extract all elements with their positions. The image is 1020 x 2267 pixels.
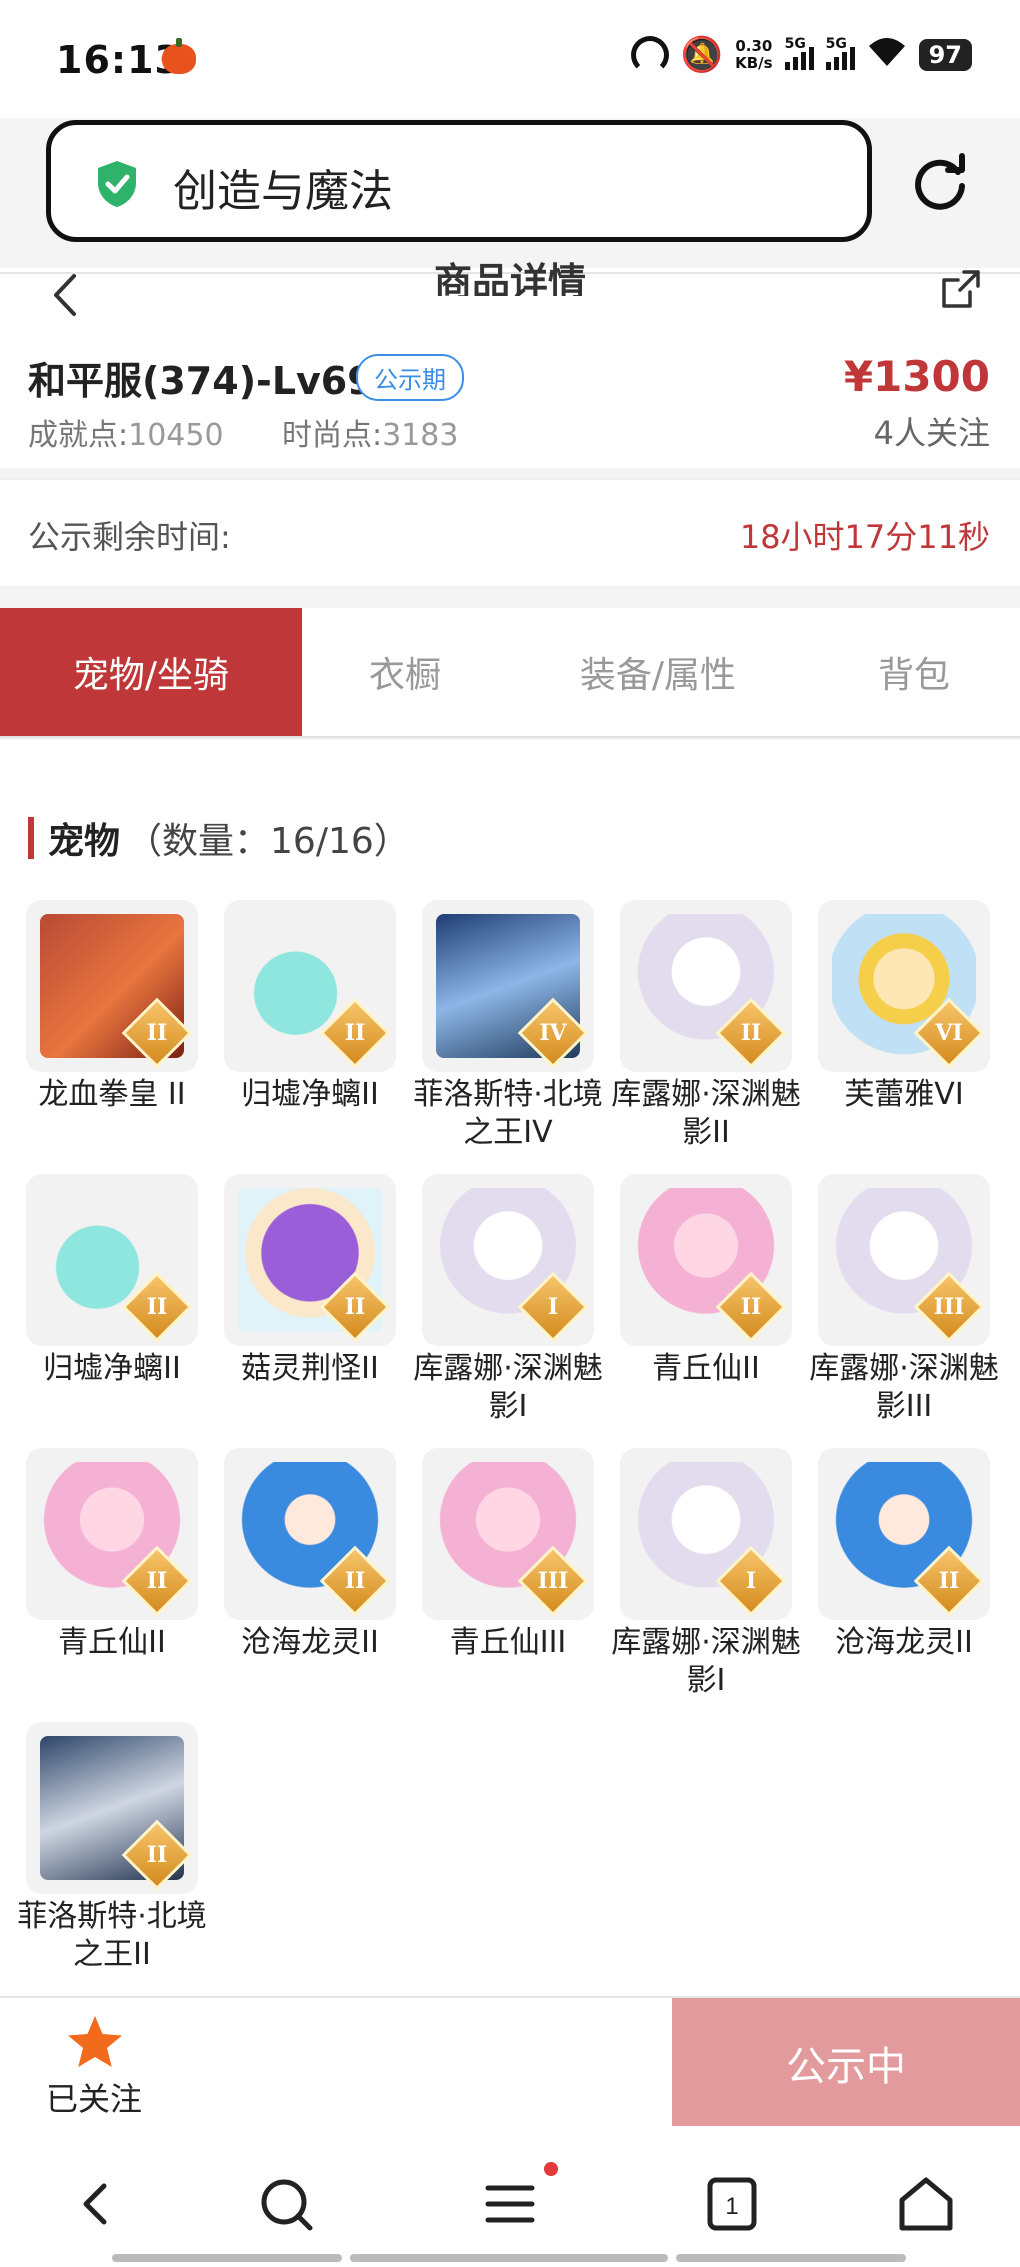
address-bar[interactable]: 创造与魔法 bbox=[46, 120, 872, 242]
pet-card[interactable]: III 青丘仙III bbox=[422, 1448, 594, 1722]
page-title: 商品详情 bbox=[433, 260, 586, 296]
pet-card[interactable]: VI 芙蕾雅VI bbox=[818, 900, 990, 1174]
pet-avatar: II bbox=[224, 1448, 396, 1620]
pet-name: 青丘仙III bbox=[449, 1625, 567, 1660]
signal-icon-2: 5G bbox=[825, 36, 855, 70]
pet-name: 库露娜·深渊魅影II bbox=[611, 1077, 801, 1150]
fashion-points: 时尚点:3183 bbox=[282, 418, 459, 453]
address-text: 创造与魔法 bbox=[173, 166, 393, 217]
section-title: 宠物 （数量：16/16） bbox=[28, 812, 410, 864]
pet-card[interactable]: II 库露娜·深渊魅影II bbox=[611, 900, 801, 1174]
pet-card[interactable]: II 菲洛斯特·北境之王II bbox=[17, 1722, 207, 1996]
status-badge: 公示期 bbox=[356, 354, 464, 401]
pet-card[interactable]: II 龙血拳皇 II bbox=[26, 900, 198, 1174]
favorite-label[interactable]: 已关注 bbox=[46, 2074, 142, 2120]
countdown-value: 18小时17分11秒 bbox=[739, 518, 990, 556]
pumpkin-icon bbox=[162, 38, 196, 74]
pet-name: 芙蕾雅VI bbox=[844, 1077, 964, 1112]
pet-name: 归墟净螭II bbox=[241, 1077, 379, 1112]
pet-name: 库露娜·深渊魅影III bbox=[809, 1351, 999, 1424]
pet-avatar: II bbox=[818, 1448, 990, 1620]
tab-pets-mounts[interactable]: 宠物/坐骑 bbox=[0, 608, 302, 736]
pet-avatar: II bbox=[620, 900, 792, 1072]
tab-count: 1 bbox=[725, 2193, 738, 2220]
pet-name: 龙血拳皇 II bbox=[38, 1077, 186, 1112]
star-icon[interactable] bbox=[66, 2014, 124, 2070]
product-name: 和平服(374)-Lv69 bbox=[28, 359, 374, 403]
pet-avatar: II bbox=[26, 1722, 198, 1894]
mute-bell-icon: 🔕 bbox=[680, 35, 724, 75]
pet-name: 青丘仙II bbox=[652, 1351, 760, 1386]
pet-name: 归墟净螭II bbox=[43, 1351, 181, 1386]
tabs-icon[interactable]: 1 bbox=[702, 2174, 762, 2234]
pet-card[interactable]: II 青丘仙II bbox=[620, 1174, 792, 1448]
pet-name: 菲洛斯特·北境之王II bbox=[17, 1899, 207, 1972]
pet-name: 库露娜·深渊魅影I bbox=[611, 1625, 801, 1698]
pet-avatar: II bbox=[224, 1174, 396, 1346]
pet-name: 沧海龙灵II bbox=[835, 1625, 973, 1660]
pet-name: 菲洛斯特·北境之王IV bbox=[413, 1077, 603, 1150]
battery-indicator: 97 bbox=[918, 39, 972, 71]
network-speed: 0.30 KB/s bbox=[735, 37, 773, 72]
signal-icon: 5G bbox=[784, 36, 814, 70]
pet-name: 菇灵荆怪II bbox=[241, 1351, 379, 1386]
pet-avatar: I bbox=[422, 1174, 594, 1346]
gesture-bar-right bbox=[676, 2254, 906, 2262]
home-icon[interactable] bbox=[896, 2174, 956, 2234]
pet-avatar: VI bbox=[818, 900, 990, 1072]
pet-section: 宠物 （数量：16/16） II 龙血拳皇 II II 归墟净螭II IV 菲洛斯特·北境之… bbox=[0, 740, 1020, 1996]
pet-avatar: I bbox=[620, 1448, 792, 1620]
pet-avatar: II bbox=[224, 900, 396, 1072]
pet-card[interactable]: IV 菲洛斯特·北境之王IV bbox=[413, 900, 603, 1174]
action-bar: 已关注 公示中 bbox=[0, 1996, 1020, 2128]
pet-card[interactable]: II 菇灵荆怪II bbox=[224, 1174, 396, 1448]
public-status-button[interactable]: 公示中 bbox=[672, 1998, 1020, 2128]
notification-dot bbox=[544, 2162, 558, 2176]
pet-name: 库露娜·深渊魅影I bbox=[413, 1351, 603, 1424]
share-icon[interactable] bbox=[940, 268, 982, 310]
gesture-bar-left bbox=[112, 2254, 342, 2262]
tab-wardrobe[interactable]: 衣橱 bbox=[302, 608, 508, 736]
pet-card[interactable]: II 沧海龙灵II bbox=[224, 1448, 396, 1722]
menu-icon[interactable] bbox=[480, 2174, 540, 2234]
pet-avatar: IV bbox=[422, 900, 594, 1072]
category-tabs: 宠物/坐骑 衣橱 装备/属性 背包 bbox=[0, 608, 1020, 738]
wifi-icon bbox=[867, 36, 907, 74]
pet-avatar: II bbox=[620, 1174, 792, 1346]
pet-card[interactable]: I 库露娜·深渊魅影I bbox=[611, 1448, 801, 1722]
tab-equipment[interactable]: 装备/属性 bbox=[508, 608, 808, 736]
pet-card[interactable]: II 青丘仙II bbox=[26, 1448, 198, 1722]
tab-backpack[interactable]: 背包 bbox=[808, 608, 1020, 736]
back-icon[interactable] bbox=[66, 2174, 126, 2234]
countdown-row: 公示剩余时间: 18小时17分11秒 bbox=[0, 478, 1020, 586]
bottom-nav: 1 bbox=[0, 2126, 1020, 2267]
pet-name: 沧海龙灵II bbox=[241, 1625, 379, 1660]
speedometer-icon bbox=[630, 36, 669, 74]
status-bar: 16:13 🔕 0.30 KB/s 5G 5G 97 bbox=[0, 0, 1020, 118]
pet-avatar: II bbox=[26, 1174, 198, 1346]
shield-check-icon bbox=[98, 161, 136, 207]
reload-icon[interactable] bbox=[908, 150, 972, 214]
product-price: ¥1300 bbox=[843, 352, 990, 401]
search-icon[interactable] bbox=[256, 2174, 316, 2234]
follower-count: 4人关注 bbox=[873, 414, 990, 452]
pet-avatar: III bbox=[818, 1174, 990, 1346]
pet-avatar: II bbox=[26, 900, 198, 1072]
pet-card[interactable]: II 归墟净螭II bbox=[26, 1174, 198, 1448]
countdown-label: 公示剩余时间: bbox=[28, 518, 231, 556]
gesture-bar-center bbox=[350, 2254, 668, 2262]
section-accent-bar bbox=[28, 817, 34, 859]
pet-grid: II 龙血拳皇 II II 归墟净螭II IV 菲洛斯特·北境之王IV II 库露娜·深渊魅影… bbox=[17, 900, 999, 1996]
pet-card[interactable]: I 库露娜·深渊魅影I bbox=[413, 1174, 603, 1448]
pet-avatar: III bbox=[422, 1448, 594, 1620]
achievement-points: 成就点:10450 bbox=[28, 418, 224, 453]
pet-card[interactable]: II 沧海龙灵II bbox=[818, 1448, 990, 1722]
pet-avatar: II bbox=[26, 1448, 198, 1620]
pet-name: 青丘仙II bbox=[58, 1625, 166, 1660]
pet-card[interactable]: III 库露娜·深渊魅影III bbox=[809, 1174, 999, 1448]
status-icons: 🔕 0.30 KB/s 5G 5G 97 bbox=[630, 35, 972, 75]
pet-card[interactable]: II 归墟净螭II bbox=[224, 900, 396, 1174]
